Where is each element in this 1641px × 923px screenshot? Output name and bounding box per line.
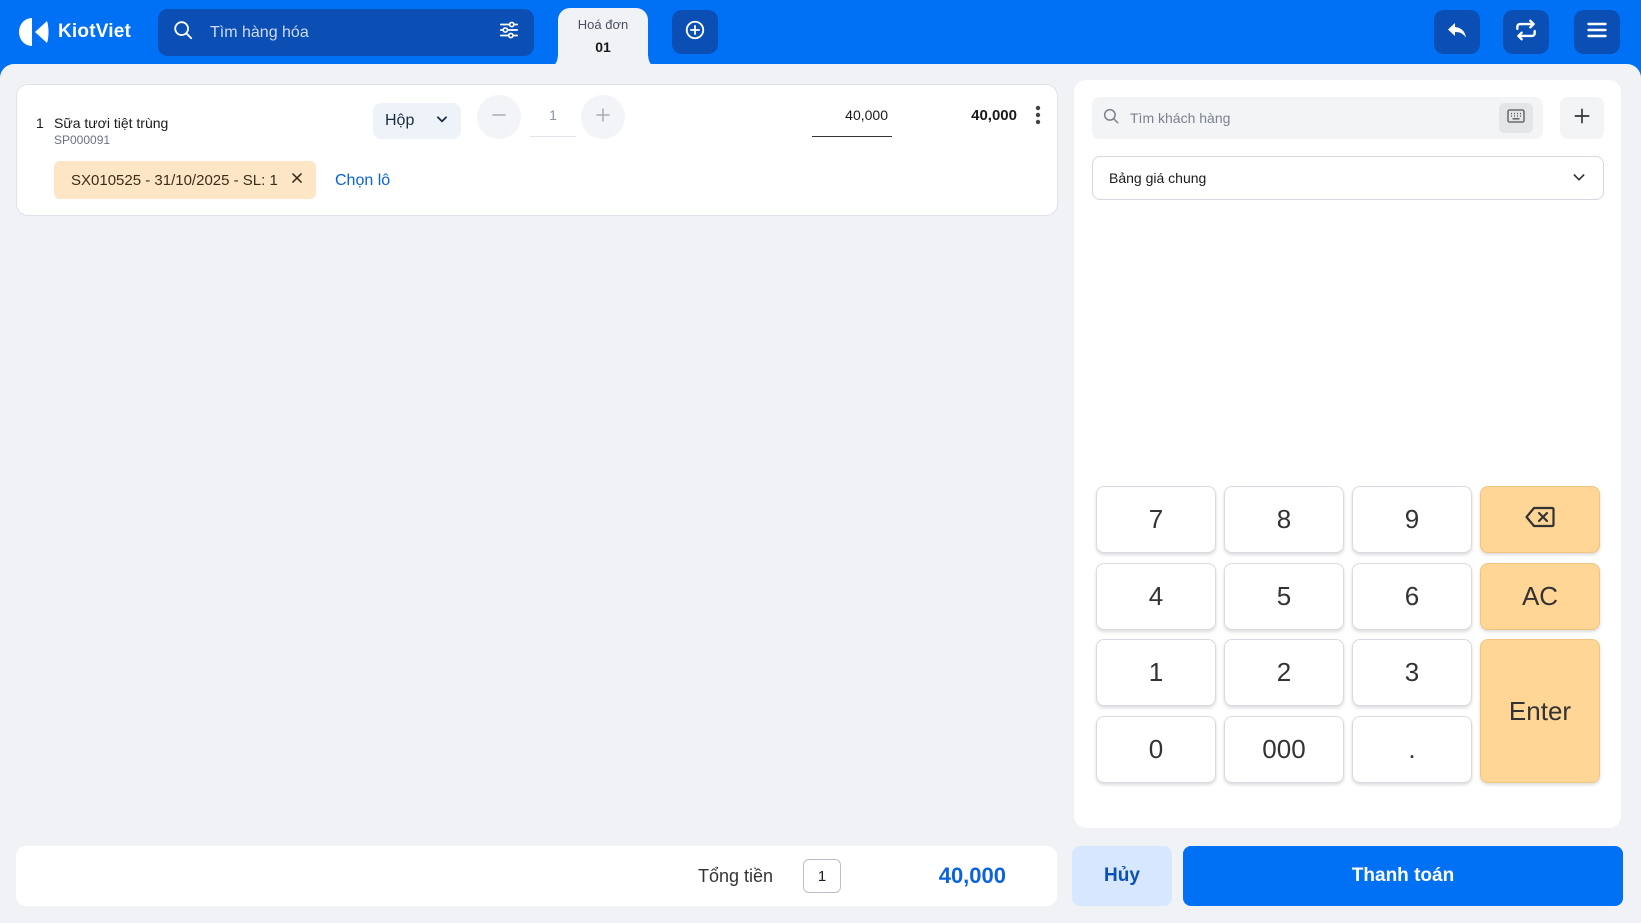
filter-icon[interactable]	[498, 19, 520, 46]
total-label: Tổng tiền	[698, 866, 774, 886]
key-decimal[interactable]: .	[1352, 716, 1472, 783]
customer-search[interactable]: Tìm khách hàng	[1092, 97, 1543, 139]
search-icon	[172, 19, 194, 46]
plus-circle-icon	[684, 19, 706, 46]
return-button[interactable]	[1434, 10, 1480, 54]
item-code: SP000091	[54, 133, 111, 147]
keyboard-icon	[1507, 108, 1525, 128]
key-2[interactable]: 2	[1224, 639, 1344, 706]
key-7[interactable]: 7	[1096, 486, 1216, 553]
search-icon	[1102, 107, 1120, 130]
pay-button[interactable]: Thanh toán	[1183, 846, 1623, 906]
unit-price-input[interactable]: 40,000	[812, 107, 892, 137]
item-index: 1	[36, 115, 44, 131]
minus-icon	[490, 106, 508, 129]
key-000[interactable]: 000	[1224, 716, 1344, 783]
pricebook-value: Bảng giá chung	[1109, 170, 1207, 186]
add-customer-button[interactable]	[1560, 97, 1604, 139]
main-area: 1 Sữa tươi tiệt trùng SP000091 Hộp 1 40,…	[0, 64, 1641, 923]
tab-invoice-01[interactable]: Hoá đơn 01	[558, 8, 648, 70]
choose-lot-link[interactable]: Chọn lô	[335, 172, 390, 190]
kiotviet-logo-icon	[18, 16, 50, 48]
key-9[interactable]: 9	[1352, 486, 1472, 553]
add-invoice-tab-button[interactable]	[672, 10, 718, 54]
key-5[interactable]: 5	[1224, 563, 1344, 630]
item-more-button[interactable]	[1030, 105, 1046, 129]
backspace-key[interactable]	[1480, 486, 1600, 553]
backspace-icon	[1525, 504, 1555, 535]
plus-icon	[594, 106, 612, 129]
top-bar: KiotViet Tìm hàng hóa Hoá đơn 01	[0, 0, 1641, 70]
chevron-down-icon	[435, 112, 449, 131]
kiotviet-logo[interactable]: KiotViet	[18, 16, 131, 48]
total-amount: 40,000	[938, 863, 1006, 888]
sync-icon	[1513, 17, 1539, 48]
key-3[interactable]: 3	[1352, 639, 1472, 706]
key-6[interactable]: 6	[1352, 563, 1472, 630]
remove-lot-icon[interactable]	[290, 171, 304, 189]
enter-key[interactable]: Enter	[1480, 639, 1600, 783]
tab-number: 01	[595, 39, 611, 55]
plus-icon	[1572, 106, 1592, 131]
lot-chip: SX010525 - 31/10/2025 - SL: 1	[54, 161, 316, 199]
tab-label: Hoá đơn	[577, 17, 629, 32]
quantity-decrease-button[interactable]	[477, 95, 521, 139]
reply-icon	[1445, 18, 1469, 47]
menu-button[interactable]	[1574, 10, 1620, 54]
key-4[interactable]: 4	[1096, 563, 1216, 630]
item-name: Sữa tươi tiệt trùng	[54, 115, 169, 131]
logo-text: KiotViet	[58, 21, 132, 42]
key-8[interactable]: 8	[1224, 486, 1344, 553]
unit-value: Hộp	[385, 112, 415, 129]
total-quantity-badge: 1	[803, 859, 841, 893]
sync-button[interactable]	[1503, 10, 1549, 54]
quantity-increase-button[interactable]	[581, 95, 625, 139]
cart-item-row[interactable]: 1 Sữa tươi tiệt trùng SP000091 Hộp 1 40,…	[16, 84, 1058, 216]
quantity-input[interactable]: 1	[530, 107, 576, 137]
key-0[interactable]: 0	[1096, 716, 1216, 783]
customer-search-input[interactable]: Tìm khách hàng	[1130, 110, 1499, 126]
more-vertical-icon	[1035, 105, 1041, 130]
lot-chip-label: SX010525 - 31/10/2025 - SL: 1	[71, 171, 278, 189]
cancel-button[interactable]: Hủy	[1072, 846, 1172, 906]
line-total: 40,000	[971, 107, 1017, 124]
hamburger-icon	[1585, 18, 1609, 47]
keyboard-toggle-button[interactable]	[1499, 103, 1533, 133]
product-search[interactable]: Tìm hàng hóa	[158, 9, 534, 56]
key-1[interactable]: 1	[1096, 639, 1216, 706]
order-summary-bar: Tổng tiền 1 40,000	[16, 846, 1057, 906]
product-search-input[interactable]: Tìm hàng hóa	[210, 24, 498, 42]
clear-key[interactable]: AC	[1480, 563, 1600, 630]
customer-panel: Tìm khách hàng Bảng giá chung 7 8 9 4 5 …	[1074, 80, 1621, 828]
numeric-keypad: 7 8 9 4 5 6 AC 1 2 3 Enter 0 000 .	[1096, 486, 1606, 796]
pricebook-select[interactable]: Bảng giá chung	[1092, 156, 1604, 200]
unit-select[interactable]: Hộp	[373, 103, 461, 139]
chevron-down-icon	[1571, 169, 1587, 188]
